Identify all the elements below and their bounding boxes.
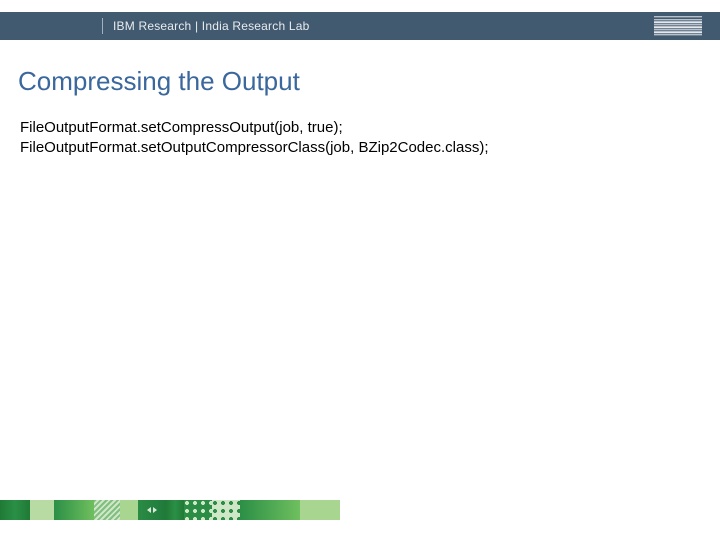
slide-header: IBM Research | India Research Lab [0, 12, 720, 40]
code-block: FileOutputFormat.setCompressOutput(job, … [20, 118, 489, 158]
footer-decoration [0, 500, 720, 520]
ibm-logo-icon [654, 16, 702, 35]
header-text: IBM Research | India Research Lab [113, 19, 309, 33]
header-divider [102, 18, 103, 34]
code-line-1: FileOutputFormat.setCompressOutput(job, … [20, 119, 343, 136]
slide-title: Compressing the Output [18, 66, 300, 97]
code-line-2: FileOutputFormat.setOutputCompressorClas… [20, 139, 489, 156]
slide: IBM Research | India Research Lab Compre… [0, 0, 720, 540]
